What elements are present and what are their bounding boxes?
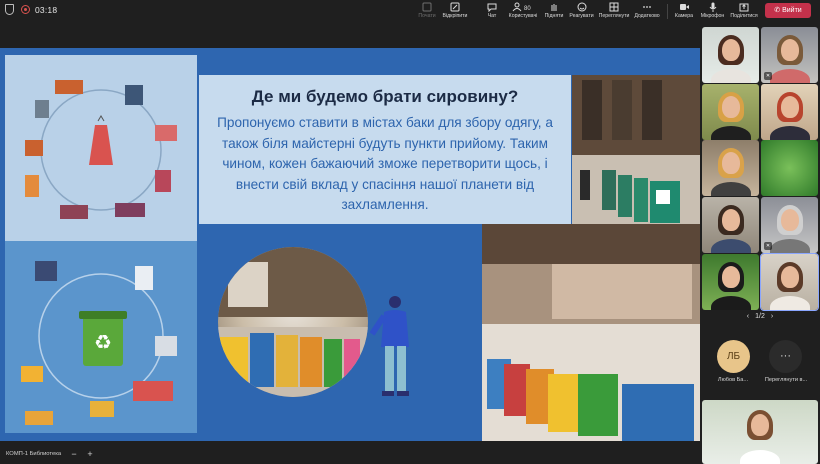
self-view-video[interactable] xyxy=(702,400,818,464)
zoom-out-button[interactable]: − xyxy=(68,449,80,460)
meeting-toolbar: 03:18 Почати Відкріпити Чат 80 Користува… xyxy=(0,0,820,24)
meeting-timer: 03:18 xyxy=(35,5,58,15)
raise-hand-toggle[interactable]: Підняти xyxy=(544,0,564,24)
slide-body: Пропонуємо ставити в містах баки для збо… xyxy=(217,115,553,212)
ellipsis-icon xyxy=(643,6,651,8)
shield-icon xyxy=(5,4,14,15)
camera-button[interactable]: Камера xyxy=(673,0,695,24)
avatar-name: Любов Ба... xyxy=(717,377,749,383)
grid-icon xyxy=(609,2,619,12)
share-source-label: КОМП-1 Библиотека xyxy=(6,451,62,457)
recording-icon xyxy=(21,5,30,14)
phone-icon: ✆ xyxy=(774,7,783,14)
chat-icon xyxy=(487,3,497,12)
participant-video-8[interactable]: ✕ xyxy=(761,197,818,253)
slide-title: Де ми будемо брати сировину? xyxy=(251,87,519,106)
store-bins-photo xyxy=(482,224,700,441)
more-participants-label: Переглянути в... xyxy=(764,377,808,383)
participant-video-7[interactable] xyxy=(702,197,759,253)
react-button[interactable]: Реагувати xyxy=(569,0,594,24)
view-button[interactable]: Переглянути xyxy=(598,0,630,24)
clothing-recycling-illustration xyxy=(5,55,197,241)
share-status-bar: КОМП-1 Библиотека − + xyxy=(0,447,700,464)
raise-hand-button[interactable]: Почати xyxy=(417,0,437,24)
more-button[interactable]: Додатково xyxy=(633,0,661,24)
chat-button[interactable]: Чат xyxy=(484,0,500,24)
raise-hand-icon xyxy=(551,4,557,11)
zoom-in-button[interactable]: + xyxy=(84,449,96,460)
share-icon xyxy=(739,3,749,12)
participant-video-2[interactable]: ✕ xyxy=(761,27,818,83)
participant-video-5[interactable] xyxy=(702,140,759,196)
avatar-lb[interactable]: ЛБ xyxy=(717,340,750,373)
participant-video-6[interactable] xyxy=(761,140,818,196)
toolbar-divider xyxy=(667,4,668,19)
mic-off-icon: ✕ xyxy=(764,242,772,250)
chevron-right-icon[interactable]: › xyxy=(771,313,773,320)
chevron-left-icon[interactable]: ‹ xyxy=(747,313,749,320)
bins-circle-image xyxy=(218,247,368,397)
participant-video-10[interactable] xyxy=(760,253,819,311)
street-bins-image xyxy=(572,75,700,224)
camera-icon xyxy=(679,4,689,10)
gallery-pager: ‹ 1/2 › xyxy=(746,313,774,320)
leave-button[interactable]: ✆ Вийти xyxy=(765,3,811,18)
svg-text:♻: ♻ xyxy=(94,330,112,354)
store-bins-image xyxy=(482,224,700,441)
bins-circle-photo xyxy=(218,247,368,397)
participant-video-3[interactable] xyxy=(702,84,759,140)
people-button[interactable]: 80 Користувачі xyxy=(507,0,539,24)
slide-text-box: Де ми будемо брати сировину? Пропонуємо … xyxy=(199,75,571,224)
clothes-circle-image xyxy=(25,80,177,219)
person-image xyxy=(369,296,409,396)
participant-video-1[interactable] xyxy=(702,27,759,83)
recycle-bin-image: ♻ xyxy=(21,261,177,425)
more-participants-button[interactable]: ··· xyxy=(769,340,802,373)
unpin-button[interactable]: Відкріпити xyxy=(442,0,468,24)
mic-icon xyxy=(709,2,716,12)
smile-icon xyxy=(577,2,586,12)
street-bins-photo xyxy=(572,75,700,224)
people-icon: 80 xyxy=(512,2,531,12)
mic-button[interactable]: Мікрофон xyxy=(699,0,726,24)
unpin-icon xyxy=(450,2,460,12)
participant-video-9[interactable] xyxy=(702,254,759,310)
recycling-bin-illustration: ♻ xyxy=(5,241,197,433)
shared-slide: ♻ Де ми будемо брати сировину? Пропонуєм… xyxy=(0,48,700,441)
participant-video-4[interactable] xyxy=(761,84,818,140)
person-illustration xyxy=(369,294,420,399)
share-button[interactable]: Поділитися xyxy=(729,0,759,24)
hand-icon xyxy=(422,2,432,12)
mic-off-icon: ✕ xyxy=(764,72,772,80)
